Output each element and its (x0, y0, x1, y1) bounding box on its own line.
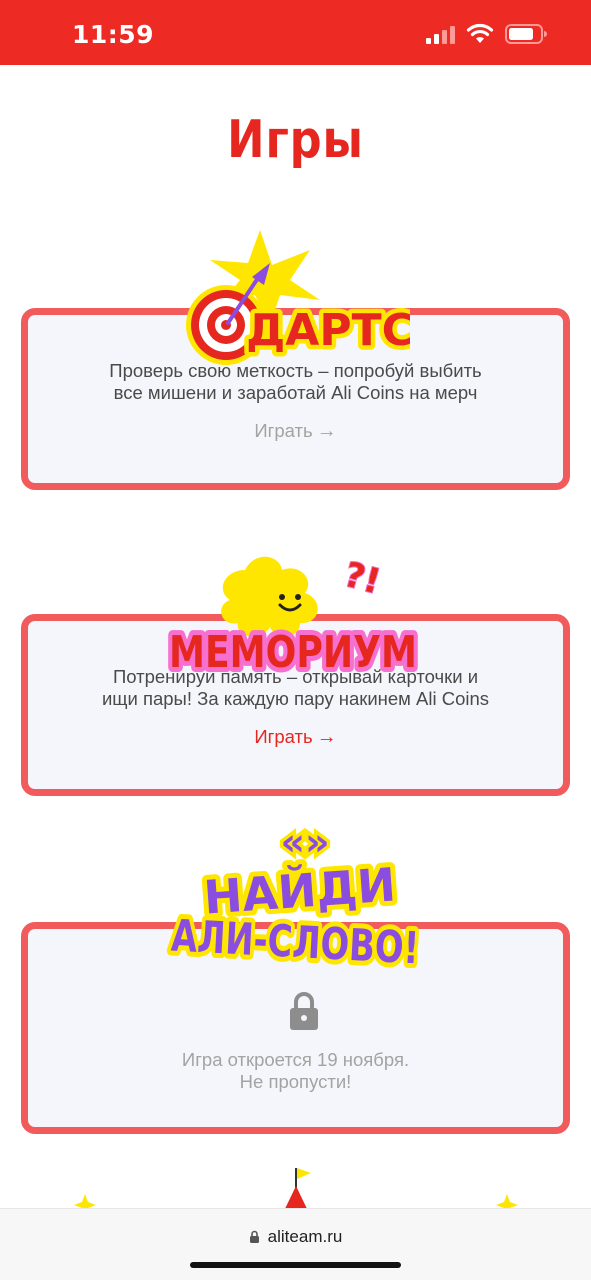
wifi-icon (466, 23, 494, 43)
find-word-logo: «» НАЙДИ АЛИ-СЛОВО! (165, 817, 425, 976)
url-text: aliteam.ru (267, 1227, 343, 1246)
play-label: Играть (254, 420, 313, 441)
play-button-darts[interactable]: Играть → (28, 420, 563, 443)
arrow-right-icon: → (316, 420, 337, 442)
lock-icon (249, 1230, 259, 1243)
quotes-icon: «» (280, 820, 329, 864)
battery-icon (505, 24, 547, 44)
lock-icon (290, 992, 318, 1030)
memorium-logo-text: МЕМОРИУМ (169, 627, 417, 678)
darts-logo-text: ДАРТС (246, 305, 410, 356)
smiley-cloud-icon (221, 556, 318, 637)
bottom-decoration (74, 1168, 518, 1215)
locked-message: Игра откроется 19 ноября. Не пропусти! (181, 1049, 410, 1092)
memorium-logo: ?! МЕМОРИУМ (164, 554, 422, 683)
url-field[interactable]: aliteam.ru (0, 1227, 591, 1247)
home-indicator[interactable] (190, 1262, 401, 1268)
find-word-logo-line2: АЛИ-СЛОВО! (170, 911, 420, 975)
browser-url-bar[interactable]: aliteam.ru (0, 1208, 591, 1280)
status-time: 11:59 (72, 20, 155, 49)
page-title: Игры (227, 110, 364, 170)
darts-logo: ДАРТС (186, 230, 410, 365)
play-button-memorium[interactable]: Играть → (28, 726, 563, 749)
exclamation-icon: ?! (340, 555, 384, 603)
arrow-right-icon: → (316, 726, 337, 748)
cellular-signal-icon (426, 26, 455, 44)
status-bar: 11:59 (0, 0, 591, 65)
play-label: Играть (254, 726, 313, 747)
